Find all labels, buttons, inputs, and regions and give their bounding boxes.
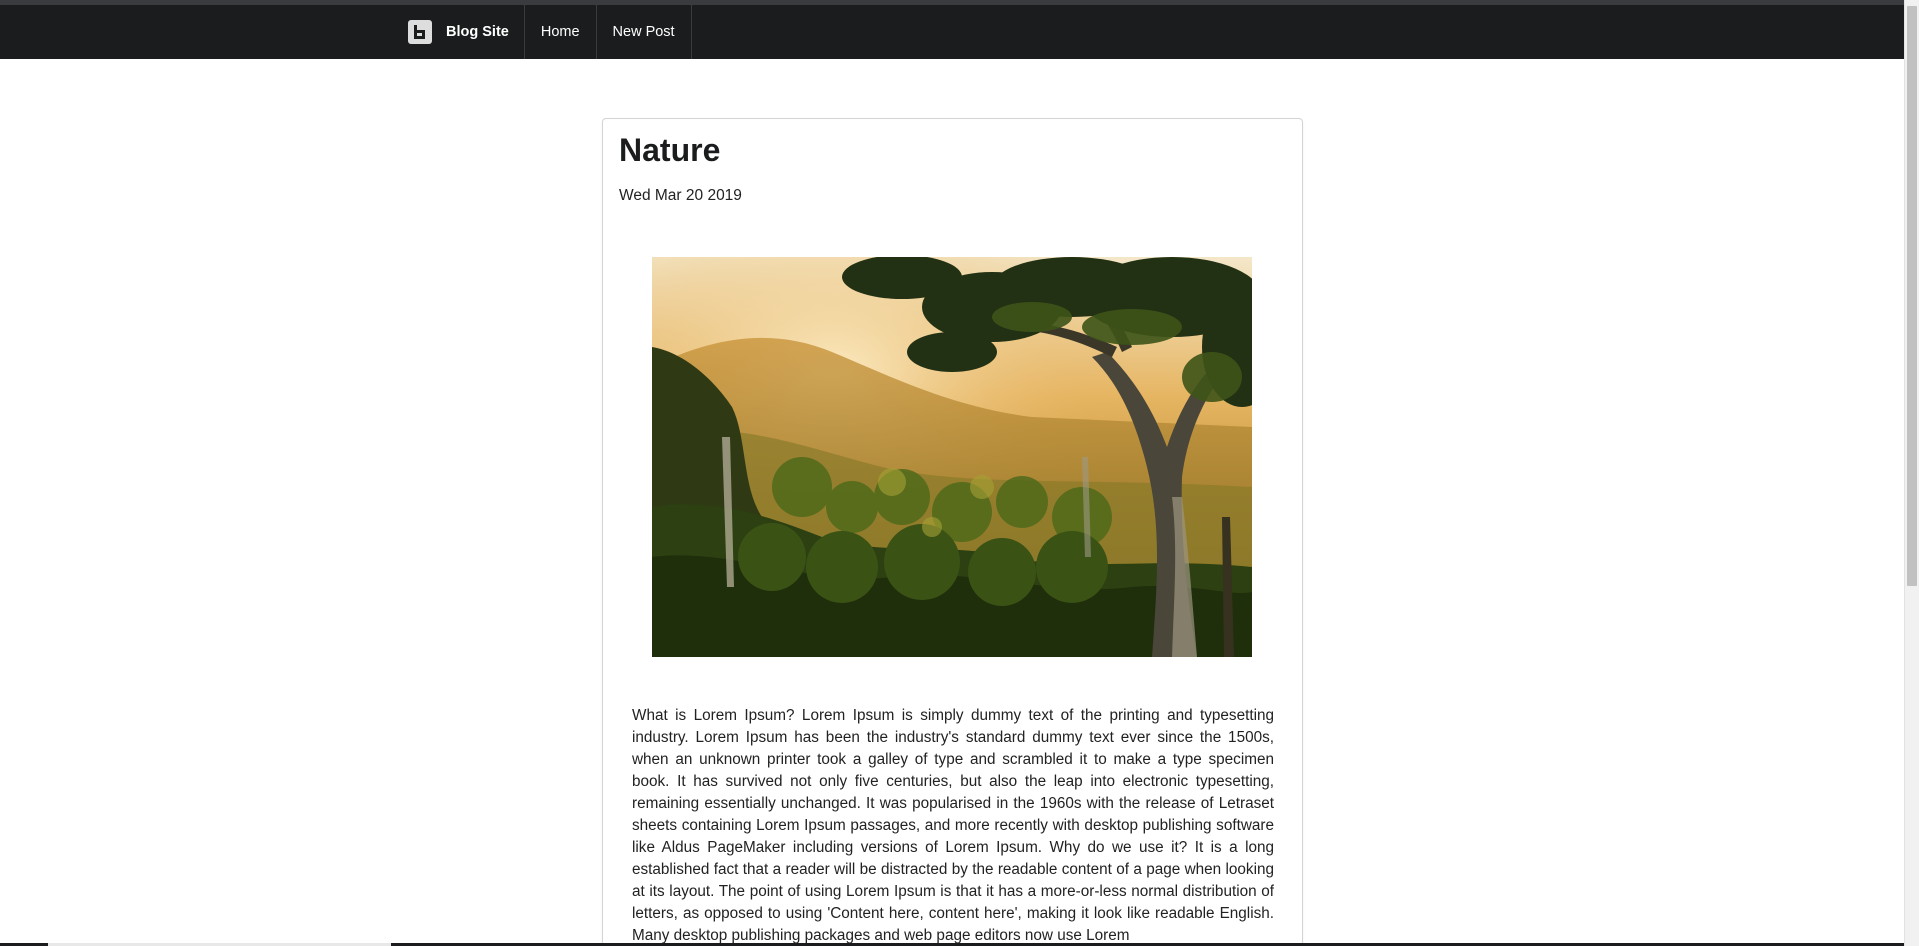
- brand-label: Blog Site: [446, 24, 509, 40]
- post-body: What is Lorem Ipsum? Lorem Ipsum is simp…: [632, 707, 1274, 944]
- nav-link-new-post[interactable]: New Post: [597, 5, 692, 59]
- post-image: [652, 257, 1252, 657]
- navbar: Blog Site Home New Post: [0, 5, 1904, 59]
- nav-link-home-label: Home: [540, 24, 580, 40]
- scrollbar-thumb[interactable]: [1907, 6, 1917, 586]
- page-scrollbar[interactable]: [1904, 0, 1919, 946]
- post-card: Nature Wed Mar 20 2019 What is Lorem Ips…: [602, 118, 1303, 946]
- nav-link-home[interactable]: Home: [525, 5, 597, 59]
- blog-logo-icon: [408, 20, 432, 44]
- post-title: Nature: [619, 132, 721, 168]
- nav-link-new-post-label: New Post: [612, 24, 675, 40]
- forest-image: [652, 257, 1252, 657]
- post-date: Wed Mar 20 2019: [619, 187, 742, 204]
- navbar-menu: Blog Site Home New Post: [398, 5, 692, 59]
- page: Blog Site Home New Post Nature Wed Mar 2…: [0, 0, 1919, 946]
- brand-link[interactable]: Blog Site: [398, 5, 525, 59]
